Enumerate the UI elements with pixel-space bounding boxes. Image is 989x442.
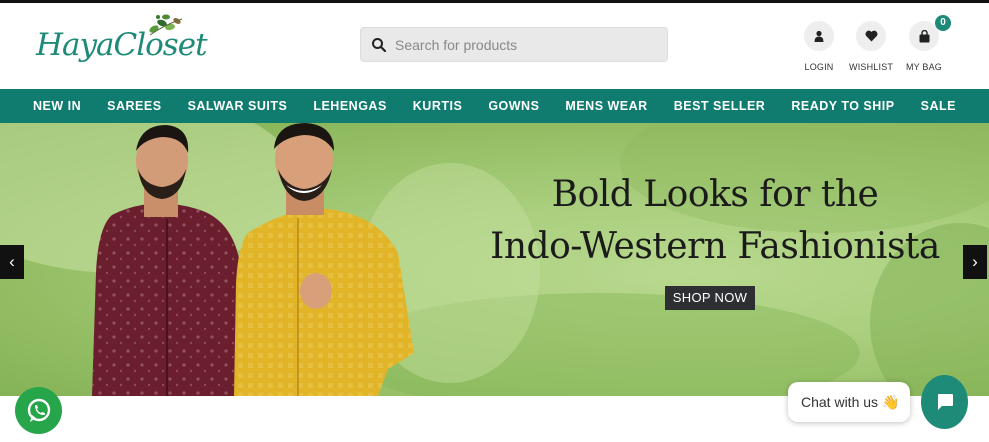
main-navigation: NEW IN SAREES SALWAR SUITS LEHENGAS KURT… [0, 89, 989, 123]
chevron-left-icon: ‹ [9, 252, 15, 271]
shop-now-button[interactable]: SHOP NOW [665, 286, 755, 310]
model-yellow-sherwani [234, 123, 414, 396]
bag-count-badge: 0 [935, 15, 951, 31]
heart-icon [856, 21, 886, 51]
leaves-icon [149, 14, 183, 36]
nav-item-sarees[interactable]: SAREES [94, 99, 174, 113]
headline-line-1: Bold Looks for the [551, 174, 879, 215]
nav-item-lehengas[interactable]: LEHENGAS [300, 99, 399, 113]
chat-prompt-text: Chat with us [801, 394, 879, 410]
search-bar[interactable] [360, 27, 668, 62]
carousel-next-button[interactable]: › [963, 245, 987, 279]
hero-banner[interactable]: Bold Looks for the Indo-Western Fashioni… [0, 123, 989, 396]
nav-item-salwar-suits[interactable]: SALWAR SUITS [175, 99, 301, 113]
nav-item-mens-wear[interactable]: MENS WEAR [552, 99, 660, 113]
login-label: LOGIN [804, 62, 834, 72]
chat-icon [937, 394, 953, 410]
hero-headline: Bold Looks for the Indo-Western Fashioni… [470, 169, 960, 273]
nav-item-ready-to-ship[interactable]: READY TO SHIP [778, 99, 907, 113]
nav-item-new-in[interactable]: NEW IN [20, 99, 94, 113]
wishlist-label: WISHLIST [849, 62, 894, 72]
nav-item-sale[interactable]: SALE [908, 99, 969, 113]
search-icon [372, 38, 387, 53]
user-icon [804, 21, 834, 51]
whatsapp-icon [27, 398, 50, 422]
nav-item-kurtis[interactable]: KURTIS [400, 99, 476, 113]
brand-logo[interactable]: HayaCloset [36, 14, 208, 79]
login-button[interactable]: LOGIN [797, 21, 841, 72]
search-input[interactable] [395, 28, 660, 61]
chat-prompt-bubble[interactable]: Chat with us 👋 [788, 382, 910, 422]
nav-item-gowns[interactable]: GOWNS [475, 99, 552, 113]
chat-launcher-button[interactable] [921, 375, 968, 429]
chevron-right-icon: › [972, 252, 978, 271]
headline-line-2: Indo-Western Fashionista [490, 226, 940, 267]
wishlist-button[interactable]: WISHLIST [849, 21, 893, 72]
carousel-prev-button[interactable]: ‹ [0, 245, 24, 279]
site-header: HayaCloset LOGIN WISHLIST [0, 3, 989, 89]
wave-emoji: 👋 [881, 394, 900, 410]
whatsapp-button[interactable] [15, 387, 62, 434]
nav-item-best-seller[interactable]: BEST SELLER [661, 99, 779, 113]
bag-label: MY BAG [905, 62, 943, 72]
